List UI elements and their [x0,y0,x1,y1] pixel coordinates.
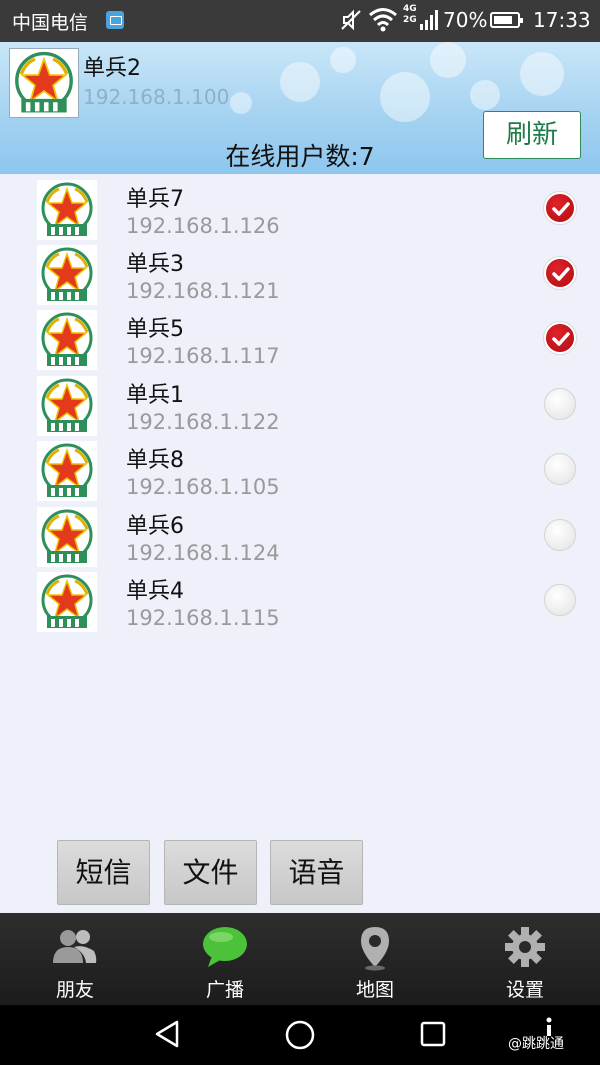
select-checkbox[interactable] [544,388,576,420]
user-ip: 192.168.1.115 [126,606,280,630]
online-user-count: 在线用户数:7 [225,142,375,171]
army-emblem-icon [41,247,93,301]
select-checkbox[interactable] [544,584,576,616]
army-emblem-icon [41,509,93,563]
list-item[interactable]: 单兵1 192.168.1.122 [0,373,600,438]
checkmark-icon [552,332,570,346]
user-ip: 192.168.1.122 [126,410,280,434]
user-avatar [37,245,97,305]
battery-percent: 70% [443,8,488,32]
user-ip: 192.168.1.121 [126,279,280,303]
list-item[interactable]: 单兵8 192.168.1.105 [0,438,600,503]
checkmark-icon [552,202,570,216]
battery-icon [490,12,523,28]
bokeh-decoration [330,47,356,73]
user-ip: 192.168.1.117 [126,344,280,368]
army-emblem-icon [41,574,93,628]
watermark: @跳跳通 [508,1036,564,1052]
carrier-name: 中国电信 [12,12,89,34]
network-type-secondary: 2G [403,15,417,25]
user-avatar [37,310,97,370]
list-item[interactable]: 单兵7 192.168.1.126 [0,177,600,242]
user-name: 单兵4 [126,579,184,604]
mute-icon [340,8,362,37]
gear-icon [500,925,550,971]
wifi-icon [368,6,398,36]
bokeh-decoration [520,52,564,96]
network-type-primary: 4G [403,4,417,14]
army-emblem-icon [41,182,93,236]
user-name: 单兵3 [126,252,184,277]
clock: 17:33 [533,8,591,32]
army-emblem-icon [41,312,93,366]
user-avatar [37,572,97,632]
bokeh-decoration [230,92,252,114]
bokeh-decoration [430,42,466,78]
list-item[interactable]: 单兵3 192.168.1.121 [0,242,600,307]
army-emblem-icon [41,378,93,432]
user-avatar [37,376,97,436]
bokeh-decoration [470,80,500,110]
tab-label: 设置 [505,979,544,1001]
file-button[interactable]: 文件 [164,840,257,905]
user-avatar [37,441,97,501]
select-checkbox[interactable] [544,322,576,354]
user-avatar [37,180,97,240]
back-icon[interactable] [153,1019,183,1053]
voice-button[interactable]: 语音 [270,840,363,905]
user-name: 单兵8 [126,448,184,473]
header: 单兵2 192.168.1.100 刷新 在线用户数:7 [0,42,600,174]
chat-bubble-icon [200,925,250,971]
user-name: 单兵1 [126,383,184,408]
map-pin-icon [350,925,400,971]
sms-button[interactable]: 短信 [57,840,150,905]
recents-icon[interactable] [418,1019,448,1053]
tab-settings[interactable]: 设置 [450,913,600,1005]
bokeh-decoration [280,62,320,102]
tab-label: 地图 [355,979,394,1001]
list-item[interactable]: 单兵5 192.168.1.117 [0,307,600,372]
user-avatar [37,507,97,567]
signal-icon [420,10,440,36]
home-icon[interactable] [284,1019,316,1055]
select-checkbox[interactable] [544,192,576,224]
my-ip: 192.168.1.100 [83,85,230,109]
tab-label: 广播 [205,979,244,1001]
carrier-badge-icon [106,11,124,29]
bokeh-decoration [380,72,430,122]
bottom-tab-bar: 朋友 广播 地图 设置 [0,913,600,1005]
my-name: 单兵2 [83,56,141,81]
select-checkbox[interactable] [544,257,576,289]
user-ip: 192.168.1.105 [126,475,280,499]
tab-label: 朋友 [55,979,94,1001]
checkmark-icon [552,267,570,281]
network-type: 4G 2G [403,4,417,26]
army-emblem-icon [41,443,93,497]
user-name: 单兵5 [126,317,184,342]
user-ip: 192.168.1.126 [126,214,280,238]
user-ip: 192.168.1.124 [126,541,280,565]
status-bar: 中国电信 4G 2G 70% 17:33 [0,0,600,42]
user-name: 单兵7 [126,187,184,212]
list-item[interactable]: 单兵4 192.168.1.115 [0,569,600,634]
friends-icon [50,925,100,971]
select-checkbox[interactable] [544,453,576,485]
list-item[interactable]: 单兵6 192.168.1.124 [0,504,600,569]
army-emblem-icon [15,51,73,113]
tab-broadcast[interactable]: 广播 [150,913,300,1005]
tab-friends[interactable]: 朋友 [0,913,150,1005]
my-avatar[interactable] [9,48,79,118]
select-checkbox[interactable] [544,519,576,551]
user-name: 单兵6 [126,514,184,539]
tab-map[interactable]: 地图 [300,913,450,1005]
